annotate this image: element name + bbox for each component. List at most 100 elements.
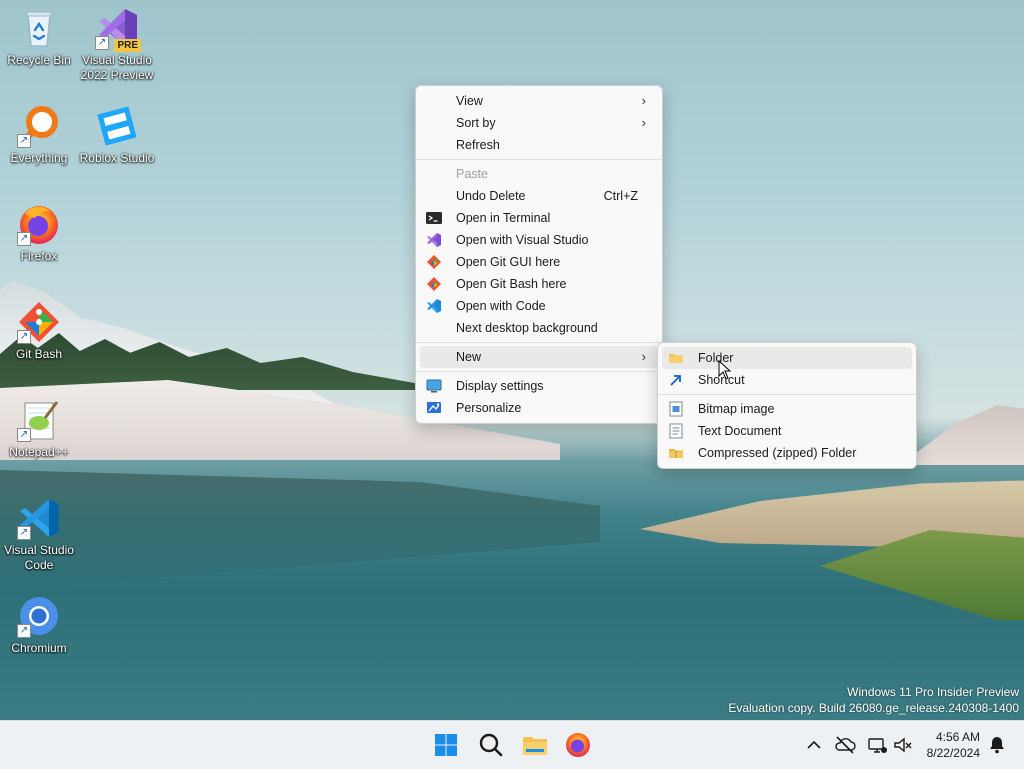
menu-item-open-git-gui[interactable]: Open Git GUI here — [420, 251, 658, 273]
shortcut-arrow-icon: ↗ — [17, 428, 31, 442]
submenu-item-bitmap-image[interactable]: Bitmap image — [662, 398, 912, 420]
show-hidden-icons-button[interactable] — [803, 734, 825, 756]
desktop-icon-label: Visual Studio 2022 Preview — [80, 53, 154, 82]
preview-badge: PRE — [114, 39, 141, 52]
menu-item-refresh[interactable]: Refresh — [420, 134, 658, 156]
start-button[interactable] — [430, 729, 462, 761]
roblox-studio-icon — [95, 104, 139, 148]
menu-item-paste[interactable]: Paste — [420, 163, 658, 185]
chevron-right-icon: › — [641, 93, 646, 108]
submenu-item-compressed-folder[interactable]: Compressed (zipped) Folder — [662, 442, 912, 464]
menu-separator — [416, 159, 662, 160]
personalize-icon — [426, 400, 442, 416]
menu-item-label: Open with Code — [456, 299, 546, 313]
menu-item-undo-delete[interactable]: Undo Delete Ctrl+Z — [420, 185, 658, 207]
menu-item-sort-by[interactable]: Sort by › — [420, 112, 658, 134]
menu-separator — [658, 394, 916, 395]
menu-item-label: Personalize — [456, 401, 522, 415]
network-status-button[interactable] — [866, 734, 888, 756]
desktop-icon-everything[interactable]: ↗ Everything — [1, 104, 77, 166]
shortcut-arrow-icon: ↗ — [17, 134, 31, 148]
bitmap-icon — [668, 401, 684, 417]
desktop-icon-label: Recycle Bin — [7, 53, 71, 67]
desktop-icon-label: Chromium — [11, 641, 67, 655]
menu-item-new[interactable]: New › — [420, 346, 658, 368]
taskbar: 4:56 AM 8/22/2024 — [0, 720, 1024, 769]
shortcut-key-label: Ctrl+Z — [603, 189, 638, 203]
menu-item-label: Display settings — [456, 379, 544, 393]
folder-icon — [668, 350, 684, 366]
desktop-icon-label: Everything — [10, 151, 68, 165]
menu-item-label: Undo Delete — [456, 189, 526, 203]
desktop-icon-git-bash[interactable]: ↗ Git Bash — [1, 300, 77, 362]
notification-center-button[interactable] — [986, 734, 1008, 756]
submenu-item-folder[interactable]: Folder — [662, 347, 912, 369]
firefox-icon: ↗ — [17, 202, 61, 246]
desktop-icon-roblox-studio[interactable]: Roblox Studio — [79, 104, 155, 166]
git-icon — [426, 276, 442, 292]
menu-item-display-settings[interactable]: Display settings — [420, 375, 658, 397]
terminal-icon — [426, 210, 442, 226]
desktop-icon-chromium[interactable]: ↗ Chromium — [1, 594, 77, 656]
menu-item-personalize[interactable]: Personalize — [420, 397, 658, 419]
menu-item-open-with-code[interactable]: Open with Code — [420, 295, 658, 317]
shortcut-arrow-icon: ↗ — [17, 624, 31, 638]
shortcut-arrow-icon: ↗ — [17, 330, 31, 344]
menu-item-view[interactable]: View › — [420, 90, 658, 112]
submenu-item-shortcut[interactable]: Shortcut — [662, 369, 912, 391]
desktop-icon-label: Firefox — [20, 249, 58, 263]
desktop-icon-recycle-bin[interactable]: Recycle Bin — [1, 6, 77, 68]
firefox-icon — [566, 733, 590, 757]
menu-item-label: Refresh — [456, 138, 500, 152]
shortcut-arrow-icon: ↗ — [95, 36, 109, 50]
menu-item-label: Paste — [456, 167, 488, 181]
desktop-icon-label: Notepad++ — [9, 445, 69, 459]
menu-item-label: Text Document — [698, 424, 782, 438]
evaluation-watermark-line1: Windows 11 Pro Insider Preview — [847, 685, 1019, 699]
display-icon — [426, 378, 442, 394]
menu-item-open-in-terminal[interactable]: Open in Terminal — [420, 207, 658, 229]
desktop-icon-notepad-plus-plus[interactable]: ↗ Notepad++ — [1, 398, 77, 460]
menu-item-label: Compressed (zipped) Folder — [698, 446, 857, 460]
clock-time: 4:56 AM — [935, 730, 980, 744]
chromium-icon: ↗ — [17, 594, 61, 638]
menu-item-label: Open Git GUI here — [456, 255, 561, 269]
desktop-icon-label: Roblox Studio — [79, 151, 155, 165]
search-icon — [479, 733, 503, 757]
menu-item-open-with-visual-studio[interactable]: Open with Visual Studio — [420, 229, 658, 251]
submenu-item-text-document[interactable]: Text Document — [662, 420, 912, 442]
vscode-icon: ↗ — [17, 496, 61, 540]
desktop-icon-visual-studio-code[interactable]: ↗ Visual Studio Code — [1, 496, 77, 573]
desktop-context-menu: View › Sort by › Refresh Paste Undo Dele… — [415, 85, 663, 424]
taskbar-search-button[interactable] — [475, 729, 507, 761]
wallpaper-lake-reflection — [0, 470, 600, 590]
desktop-icon-visual-studio-2022-preview[interactable]: PRE ↗ Visual Studio 2022 Preview — [79, 6, 155, 83]
desktop-icon-firefox[interactable]: ↗ Firefox — [1, 202, 77, 264]
menu-item-label: Open Git Bash here — [456, 277, 567, 291]
onedrive-offline-icon — [835, 736, 856, 754]
taskbar-firefox-button[interactable] — [562, 729, 594, 761]
git-icon — [426, 254, 442, 270]
chevron-right-icon: › — [641, 349, 646, 364]
menu-item-label: Bitmap image — [698, 402, 775, 416]
onedrive-status-button[interactable] — [834, 734, 856, 756]
menu-item-label: View — [456, 94, 483, 108]
shortcut-arrow-icon: ↗ — [17, 232, 31, 246]
taskbar-file-explorer-button[interactable] — [519, 729, 551, 761]
volume-button[interactable] — [892, 734, 914, 756]
evaluation-watermark-line2: Evaluation copy. Build 26080.ge_release.… — [728, 701, 1019, 715]
notification-bell-icon — [990, 737, 1004, 754]
git-bash-icon: ↗ — [17, 300, 61, 344]
menu-item-label: Next desktop background — [456, 321, 598, 335]
file-explorer-icon — [523, 737, 547, 755]
new-submenu: Folder Shortcut Bitmap image Text Docume… — [657, 342, 917, 469]
menu-item-label: New — [456, 350, 482, 364]
menu-item-open-git-bash[interactable]: Open Git Bash here — [420, 273, 658, 295]
menu-item-next-desktop-background[interactable]: Next desktop background — [420, 317, 658, 339]
taskbar-clock[interactable]: 4:56 AM 8/22/2024 — [927, 729, 980, 761]
start-icon — [435, 734, 457, 756]
everything-search-icon: ↗ — [17, 104, 61, 148]
recycle-bin-icon — [17, 6, 61, 50]
mouse-cursor-icon — [718, 359, 732, 380]
volume-muted-icon — [894, 737, 912, 753]
